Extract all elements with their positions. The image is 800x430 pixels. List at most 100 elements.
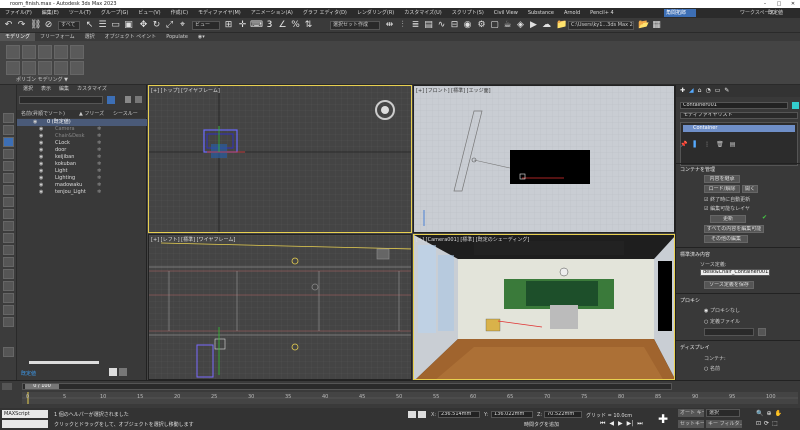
se-menu-select[interactable]: 選択 — [23, 85, 33, 93]
list-item[interactable]: ◉ Lighting ❄ — [17, 175, 147, 182]
named-selection-set-dropdown[interactable]: 選択セット作成 — [330, 21, 380, 30]
scene-explorer-icon[interactable]: ▤ — [423, 20, 434, 31]
col-see-through[interactable]: シースルー — [113, 110, 138, 118]
visibility-icon[interactable]: ◉ — [39, 175, 43, 182]
set-key-icon[interactable]: ✚ — [658, 411, 671, 427]
viewport-top[interactable]: [+] [トップ] [ワイヤフレーム] — [148, 85, 412, 233]
visibility-icon[interactable]: ◉ — [39, 182, 43, 189]
tab-selection[interactable]: 選択 — [80, 33, 100, 41]
orbit-icon[interactable]: ⟳ — [764, 420, 769, 427]
material-editor-icon[interactable]: ◉ — [462, 20, 473, 31]
isolate-selection-icon[interactable] — [408, 411, 416, 418]
viewport-label[interactable]: [+] [トップ] [ワイヤフレーム] — [151, 87, 220, 94]
curve-editor-icon[interactable]: ∿ — [436, 20, 447, 31]
signin-button[interactable]: 角間拓郎 — [664, 9, 696, 17]
visibility-icon[interactable]: ◉ — [39, 154, 43, 161]
track-bar[interactable]: 0 5 10 15 20 25 30 35 40 45 50 55 60 65 … — [22, 392, 798, 404]
object-color-swatch[interactable] — [792, 102, 799, 109]
menu-rendering[interactable]: レンダリング(R) — [352, 8, 399, 18]
editable-layer-checkbox[interactable]: ☑ 編集可能なレイヤ — [704, 205, 750, 212]
stack-item-container[interactable]: Container — [683, 125, 795, 132]
show-end-result-icon[interactable]: ▌ — [693, 141, 698, 148]
viewcube-icon[interactable] — [377, 102, 393, 118]
ribbon-poly-icon[interactable] — [6, 45, 20, 59]
menu-view[interactable]: ビュー(V) — [133, 8, 165, 18]
edit-all-button[interactable]: すべての内容を編集可能 — [704, 225, 764, 233]
list-item[interactable]: ◉ Chair&Desk ❄ — [17, 133, 147, 140]
time-slider[interactable]: 0 / 100 — [22, 383, 672, 390]
filter-invert-icon[interactable] — [3, 317, 14, 327]
col-name[interactable]: 名前(昇順でソート) — [21, 110, 65, 118]
filter-hidden-icon[interactable] — [3, 281, 14, 291]
menu-civil-view[interactable]: Civil View — [489, 8, 523, 18]
visibility-icon[interactable]: ◉ — [33, 119, 37, 126]
render-in-cloud-icon[interactable]: ☁ — [541, 20, 552, 31]
timeline-toggle-icon[interactable] — [2, 383, 12, 390]
rollout-display-title[interactable]: ディスプレイ — [680, 344, 710, 351]
ribbon-cut-icon[interactable] — [70, 61, 84, 75]
display-tab-icon[interactable]: ▭ — [715, 87, 721, 95]
key-selection-dropdown[interactable]: 選択 — [706, 409, 740, 417]
scene-explorer-button[interactable] — [119, 368, 127, 376]
filter-bones-icon[interactable] — [3, 245, 14, 255]
menu-modifiers[interactable]: モディファイヤ(M) — [193, 8, 246, 18]
display-tool-icon[interactable] — [3, 125, 14, 135]
se-menu-edit[interactable]: 編集 — [59, 85, 69, 93]
time-slider-thumb[interactable]: 0 / 100 — [25, 384, 59, 389]
ribbon-detach-icon[interactable] — [54, 61, 68, 75]
ribbon-modify-icon[interactable] — [6, 61, 20, 75]
zoom-all-icon[interactable]: ⊕ — [766, 410, 771, 417]
motion-tab-icon[interactable]: ◔ — [705, 87, 710, 95]
list-item[interactable]: ◉ Camera ❄ — [17, 126, 147, 133]
filter-icon[interactable] — [107, 96, 115, 104]
project-icon[interactable]: ▦ — [651, 20, 662, 31]
layer-row[interactable]: ◉ 0 (既定値) — [17, 119, 147, 126]
project-path-field[interactable]: C:\Users\ky1...3ds Max 2023 — [568, 21, 634, 30]
project-folder-icon[interactable]: 📁 — [556, 20, 567, 31]
visibility-icon[interactable]: ◉ — [39, 189, 43, 196]
menu-arnold[interactable]: Arnold — [559, 8, 585, 18]
visibility-icon[interactable]: ◉ — [39, 126, 43, 133]
reference-coordinate-dropdown[interactable]: ビュー — [192, 21, 220, 30]
se-menu-customize[interactable]: カスタマイズ — [77, 85, 107, 93]
setkey-button[interactable]: セットキー — [678, 420, 704, 428]
no-proxy-radio[interactable]: ◉ プロキシなし — [704, 307, 740, 314]
visibility-icon[interactable]: ◉ — [39, 168, 43, 175]
hierarchy-tab-icon[interactable]: ⌂ — [698, 87, 702, 95]
pin-stack-icon[interactable]: 📌 — [680, 141, 687, 148]
load-unload-button[interactable]: ロード/解除 — [704, 185, 740, 193]
modifier-list-dropdown[interactable]: モディファイヤリスト — [680, 112, 798, 119]
menu-tools[interactable]: ツール(T) — [64, 8, 96, 18]
inherit-content-button[interactable]: 内容を継承 — [704, 175, 740, 183]
unlink-icon[interactable]: ⊘ — [43, 20, 54, 31]
zoom-icon[interactable]: 🔍 — [756, 410, 763, 417]
list-item[interactable]: ◉ door ❄ — [17, 147, 147, 154]
ribbon-collapse-icon[interactable] — [22, 61, 36, 75]
close-button[interactable]: ✕ — [786, 0, 800, 8]
rollout-proxy-title[interactable]: プロキシ — [680, 297, 700, 304]
filter-containers-icon[interactable] — [3, 257, 14, 267]
options-icon[interactable] — [135, 96, 142, 103]
maximize-button[interactable]: □ — [772, 0, 786, 8]
menu-animation[interactable]: アニメーション(A) — [246, 8, 298, 18]
ribbon-element-icon[interactable] — [70, 45, 84, 59]
filter-xrefs-icon[interactable] — [3, 233, 14, 243]
render-setup-icon[interactable]: ⚙ — [476, 20, 487, 31]
se-search-input[interactable] — [19, 96, 103, 104]
undo-icon[interactable]: ↶ — [3, 20, 14, 31]
definition-file-radio[interactable]: ○ 定義ファイル — [704, 318, 740, 325]
link-icon[interactable]: ⛓ — [30, 20, 41, 31]
workspace-dropdown[interactable]: 既定値 — [768, 8, 783, 18]
goto-start-icon[interactable]: ⏮ — [600, 420, 605, 428]
folder-icon[interactable]: 📂 — [638, 20, 649, 31]
list-item[interactable]: ◉ CLock ❄ — [17, 140, 147, 147]
goto-end-icon[interactable]: ⏭ — [637, 420, 642, 428]
y-coordinate-field[interactable]: 136.022mm — [491, 411, 533, 418]
visibility-icon[interactable]: ◉ — [39, 147, 43, 154]
visibility-icon[interactable]: ◉ — [39, 161, 43, 168]
filter-shapes-icon[interactable] — [3, 161, 14, 171]
col-freeze[interactable]: ▲ フリーズ — [79, 110, 104, 118]
autokey-button[interactable]: オート キー — [678, 409, 704, 417]
select-by-name-icon[interactable]: ☰ — [97, 20, 108, 31]
keyboard-shortcut-icon[interactable]: ⌨ — [250, 20, 263, 31]
